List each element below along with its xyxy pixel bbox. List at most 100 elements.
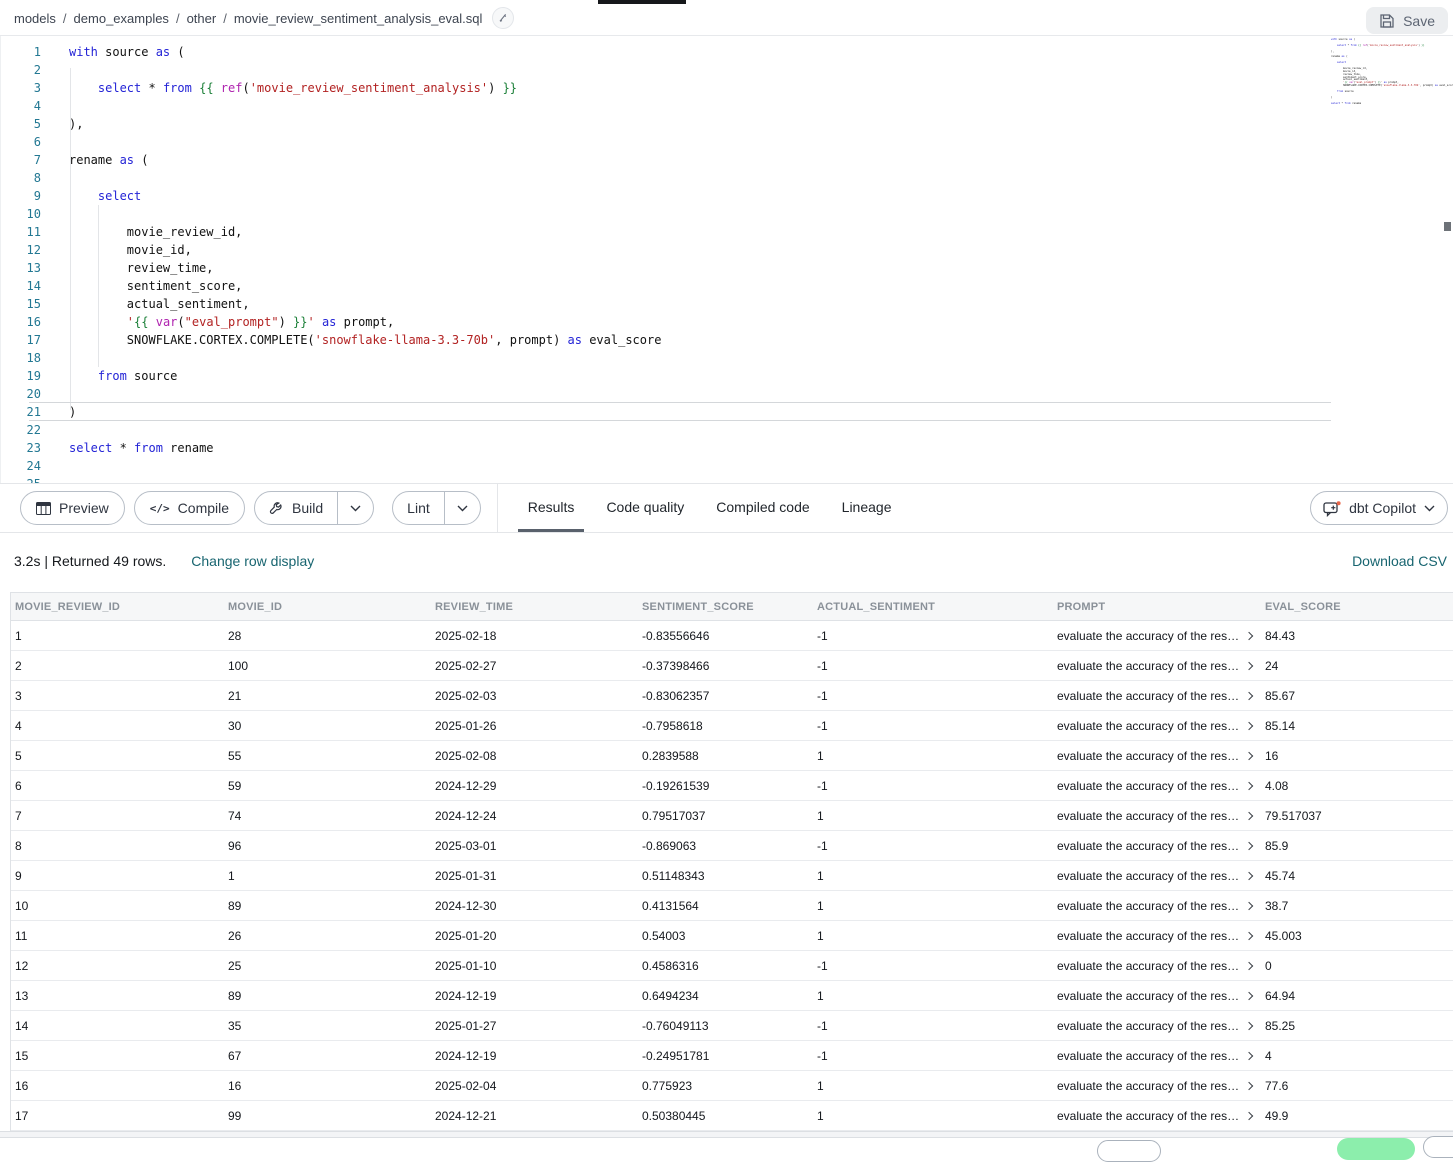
table-horizontal-scrollbar[interactable] [0, 1131, 1453, 1138]
code-line[interactable]: 15 actual_sentiment, [1, 295, 1453, 313]
prompt-text: evaluate the accuracy of the res… [1057, 809, 1239, 823]
code-line[interactable]: 7rename as ( [1, 151, 1453, 169]
expand-prompt-chevron[interactable] [1245, 751, 1253, 759]
code-line[interactable]: 17 SNOWFLAKE.CORTEX.COMPLETE('snowflake-… [1, 331, 1453, 349]
cell: 0.4131564 [638, 899, 813, 913]
dbt-copilot-button[interactable]: dbt Copilot [1310, 491, 1448, 525]
expand-prompt-chevron[interactable] [1245, 1081, 1253, 1089]
cell: 7 [11, 809, 224, 823]
prompt-text: evaluate the accuracy of the res… [1057, 1049, 1239, 1063]
save-button[interactable]: Save [1366, 7, 1448, 34]
code-line[interactable]: 2 [1, 61, 1453, 79]
breadcrumb-item[interactable]: other [187, 11, 217, 26]
build-options-button[interactable] [337, 492, 373, 524]
breadcrumb-item[interactable]: models [14, 11, 56, 26]
code-line[interactable]: 22 [1, 421, 1453, 439]
expand-prompt-chevron[interactable] [1245, 1111, 1253, 1119]
expand-prompt-chevron[interactable] [1245, 871, 1253, 879]
code-line[interactable]: 24 [1, 457, 1453, 475]
table-row: 4302025-01-26-0.7958618-1evaluate the ac… [11, 711, 1453, 741]
code-line[interactable]: 3 select * from {{ ref('movie_review_sen… [1, 79, 1453, 97]
chevron-down-icon [457, 505, 468, 512]
code-line[interactable]: 19 from source [1, 367, 1453, 385]
expand-prompt-chevron[interactable] [1245, 991, 1253, 999]
lint-options-button[interactable] [444, 492, 480, 524]
bottom-button-partial[interactable] [1423, 1136, 1453, 1158]
code-line[interactable]: 8 [1, 169, 1453, 187]
cell: -0.7958618 [638, 719, 813, 733]
code-line[interactable]: 23select * from rename [1, 439, 1453, 457]
cell: 1 [813, 1079, 1053, 1093]
breadcrumb-item[interactable]: demo_examples [74, 11, 169, 26]
cell: 2025-02-08 [431, 749, 638, 763]
cell: 2024-12-29 [431, 779, 638, 793]
cell: 89 [224, 989, 431, 1003]
code-line[interactable]: 4 [1, 97, 1453, 115]
expand-prompt-chevron[interactable] [1245, 901, 1253, 909]
cell: 0.4586316 [638, 959, 813, 973]
tab-results[interactable]: Results [518, 484, 585, 532]
breadcrumb-item[interactable]: movie_review_sentiment_analysis_eval.sql [234, 11, 483, 26]
code-line[interactable]: 25 [1, 475, 1453, 483]
line-number: 11 [1, 223, 41, 241]
download-csv-link[interactable]: Download CSV [1352, 553, 1447, 569]
bottom-button-partial[interactable] [1097, 1140, 1161, 1162]
lint-button[interactable]: Lint [393, 492, 444, 524]
line-number: 6 [1, 133, 41, 151]
prompt-text: evaluate the accuracy of the res… [1057, 659, 1239, 673]
code-line[interactable]: 12 movie_id, [1, 241, 1453, 259]
line-number: 24 [1, 457, 41, 475]
expand-prompt-chevron[interactable] [1245, 1051, 1253, 1059]
code-line[interactable]: 20 [1, 385, 1453, 403]
code-line[interactable]: 5), [1, 115, 1453, 133]
line-number: 18 [1, 349, 41, 367]
code-line[interactable]: 9 select [1, 187, 1453, 205]
expand-prompt-chevron[interactable] [1245, 841, 1253, 849]
code-line[interactable]: 14 sentiment_score, [1, 277, 1453, 295]
cell: 4.08 [1261, 779, 1453, 793]
expand-prompt-chevron[interactable] [1245, 811, 1253, 819]
table-row: 1282025-02-18-0.83556646-1evaluate the a… [11, 621, 1453, 651]
cell: 16 [1261, 749, 1453, 763]
code-line[interactable]: 1with source as ( [1, 43, 1453, 61]
bottom-green-button-partial[interactable] [1337, 1138, 1415, 1160]
expand-prompt-chevron[interactable] [1245, 931, 1253, 939]
sql-editor[interactable]: 1with source as (23 select * from {{ ref… [0, 36, 1453, 483]
editor-scrollbar[interactable] [1444, 222, 1451, 231]
expand-prompt-chevron[interactable] [1245, 661, 1253, 669]
code-line[interactable]: 10 [1, 205, 1453, 223]
table-row: 7742024-12-240.795170371evaluate the acc… [11, 801, 1453, 831]
top-bar: models/demo_examples/other/movie_review_… [0, 0, 1453, 36]
prompt-cell: evaluate the accuracy of the res… [1053, 869, 1261, 883]
tab-lineage[interactable]: Lineage [832, 484, 902, 532]
tab-compiled-code[interactable]: Compiled code [706, 484, 819, 532]
table-row: 912025-01-310.511483431evaluate the accu… [11, 861, 1453, 891]
prompt-text: evaluate the accuracy of the res… [1057, 1079, 1239, 1093]
prompt-cell: evaluate the accuracy of the res… [1053, 689, 1261, 703]
expand-prompt-chevron[interactable] [1245, 1021, 1253, 1029]
expand-prompt-chevron[interactable] [1245, 721, 1253, 729]
prompt-cell: evaluate the accuracy of the res… [1053, 839, 1261, 853]
code-line[interactable]: 6 [1, 133, 1453, 151]
query-status: 3.2s | Returned 49 rows. [14, 553, 166, 569]
code-line[interactable]: 21) [1, 403, 1453, 421]
code-line[interactable]: 18 [1, 349, 1453, 367]
cell: 2025-02-18 [431, 629, 638, 643]
cell: 2024-12-24 [431, 809, 638, 823]
code-line[interactable]: 16 '{{ var("eval_prompt") }}' as prompt, [1, 313, 1453, 331]
preview-button[interactable]: Preview [20, 491, 125, 525]
change-row-display-link[interactable]: Change row display [191, 553, 314, 569]
cell: -0.83556646 [638, 629, 813, 643]
tab-code-quality[interactable]: Code quality [596, 484, 694, 532]
expand-prompt-chevron[interactable] [1245, 781, 1253, 789]
expand-prompt-chevron[interactable] [1245, 961, 1253, 969]
code-line[interactable]: 13 review_time, [1, 259, 1453, 277]
build-button[interactable]: Build [255, 492, 337, 524]
compile-button[interactable]: </> Compile [134, 491, 245, 525]
expand-prompt-chevron[interactable] [1245, 691, 1253, 699]
expand-prompt-chevron[interactable] [1245, 631, 1253, 639]
cell: -1 [813, 779, 1053, 793]
results-status-bar: 3.2s | Returned 49 rows. Change row disp… [0, 534, 1453, 592]
format-file-icon[interactable] [492, 7, 514, 29]
code-line[interactable]: 11 movie_review_id, [1, 223, 1453, 241]
